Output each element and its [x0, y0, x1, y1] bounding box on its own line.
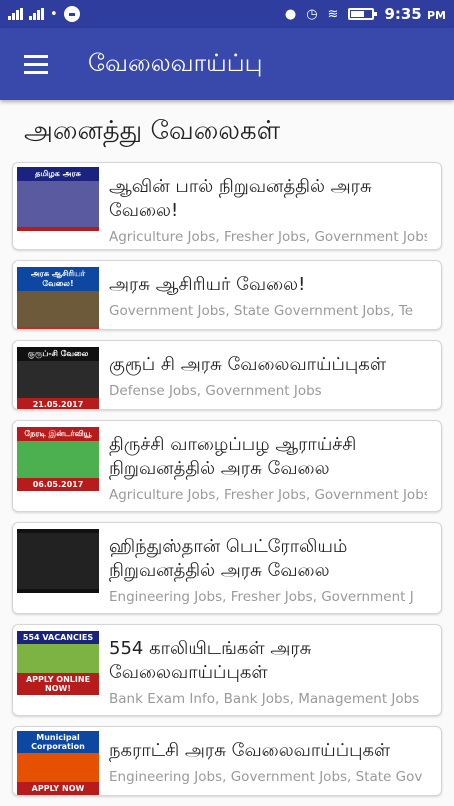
thumbnail-top-band: Municipal Corporation — [17, 731, 99, 753]
job-thumbnail — [17, 529, 99, 593]
thumbnail-image — [17, 644, 99, 673]
job-tags: Engineering Jobs, Fresher Jobs, Governme… — [109, 589, 414, 605]
thumbnail-image — [17, 533, 99, 589]
job-title: திருச்சி வாழைப்பழ ஆராய்ச்சி நிறுவனத்தில் … — [109, 433, 427, 481]
status-left: • — [8, 6, 80, 22]
job-thumbnail: குரூப்-சி வேலை 21.05.2017 — [17, 347, 99, 409]
thumbnail-bottom-band — [17, 589, 99, 593]
job-title-line: வேலைவாய்ப்புகள் — [109, 662, 268, 683]
job-title-line: நிறுவனத்தில் அரசு வேலை — [109, 560, 330, 581]
job-tags: Engineering Jobs, Government Jobs, State… — [109, 769, 423, 785]
thumbnail-bottom-band: APPLY NOW — [17, 782, 99, 795]
job-tags: Agriculture Jobs, Fresher Jobs, Governme… — [109, 487, 427, 503]
app-title: வேலைவாய்ப்பு — [88, 48, 263, 77]
job-thumbnail: தமிழக அரசு — [17, 167, 99, 231]
data-signal-icon — [29, 8, 44, 20]
thumbnail-top-band: குரூப்-சி வேலை — [17, 347, 99, 361]
thumbnail-bottom-band — [17, 227, 99, 231]
job-title-line: நகராட்சி அரசு வேலைவாய்ப்புகள் — [109, 740, 391, 761]
clock: 9:35 PM — [384, 5, 446, 23]
job-title: குரூப் சி அரசு வேலைவாய்ப்புகள் — [109, 353, 427, 377]
thumbnail-bottom-band: 21.05.2017 — [17, 398, 99, 409]
section-title: அனைத்து வேலைகள் — [24, 116, 281, 146]
thumbnail-top-band: நேரடி இன்டர்வியூ — [17, 427, 99, 441]
job-title-line: ஆவின் பால் நிறுவனத்தில் அரசு — [109, 176, 372, 197]
job-card[interactable]: அரசு ஆசிரியர் வேலை! அரசு ஆசிரியர் வேலை! Go… — [12, 260, 442, 330]
status-bar: • ● ◷ ≋ 9:35 PM — [0, 0, 454, 28]
thumbnail-image — [17, 753, 99, 782]
job-text: ஆவின் பால் நிறுவனத்தில் அரசு வேலை! Agricul… — [109, 163, 435, 249]
job-thumbnail: நேரடி இன்டர்வியூ 06.05.2017 — [17, 427, 99, 491]
battery-icon — [348, 8, 378, 20]
job-thumbnail: 554 VACANCIES APPLY ONLINE NOW! — [17, 631, 99, 695]
job-title-line: குரூப் சி அரசு வேலைவாய்ப்புகள் — [109, 354, 387, 375]
job-list: தமிழக அரசு ஆவின் பால் நிறுவனத்தில் அரசு வே… — [12, 162, 442, 806]
thumbnail-image — [17, 291, 99, 327]
menu-icon[interactable] — [0, 28, 72, 100]
job-title: ஆவின் பால் நிறுவனத்தில் அரசு வேலை! — [109, 175, 427, 223]
job-thumbnail: Municipal Corporation APPLY NOW — [17, 731, 99, 795]
job-title-line: ஹிந்துஸ்தான் பெட்ரோலியம் — [109, 536, 348, 557]
job-title-line: அரசு ஆசிரியர் வேலை! — [109, 274, 306, 295]
job-text: நகராட்சி அரசு வேலைவாய்ப்புகள் Engineering… — [109, 727, 435, 795]
job-title: 554 காலியிடங்கள் அரசு வேலைவாய்ப்புகள் — [109, 637, 427, 685]
job-card[interactable]: நேரடி இன்டர்வியூ 06.05.2017 திருச்சி வாழைப… — [12, 420, 442, 512]
app-bar: வேலைவாய்ப்பு — [0, 28, 454, 100]
job-title-line: 554 காலியிடங்கள் அரசு — [109, 638, 312, 659]
thumbnail-bottom-band — [17, 327, 99, 329]
signal-icon — [8, 8, 23, 20]
job-card[interactable]: Municipal Corporation APPLY NOW நகராட்சி அ… — [12, 726, 442, 796]
job-tags: Agriculture Jobs, Fresher Jobs, Governme… — [109, 229, 427, 245]
job-text: அரசு ஆசிரியர் வேலை! Government Jobs, Stat… — [109, 261, 435, 329]
clock-time: 9:35 — [384, 5, 422, 23]
thumbnail-top-band: தமிழக அரசு — [17, 167, 99, 181]
job-text: ஹிந்துஸ்தான் பெட்ரோலியம் நிறுவனத்தில் அரச… — [109, 523, 435, 613]
dot-icon: • — [50, 6, 58, 22]
thumbnail-bottom-band: 06.05.2017 — [17, 478, 99, 491]
thumbnail-image — [17, 361, 99, 398]
job-text: குரூப் சி அரசு வேலைவாய்ப்புகள் Defense Jo… — [109, 341, 435, 409]
job-text: திருச்சி வாழைப்பழ ஆராய்ச்சி நிறுவனத்தில் … — [109, 421, 435, 511]
location-icon: ● — [284, 6, 297, 22]
job-text: 554 காலியிடங்கள் அரசு வேலைவாய்ப்புகள் Bank… — [109, 625, 435, 715]
thumbnail-bottom-band: APPLY ONLINE NOW! — [17, 673, 99, 695]
alarm-icon: ◷ — [306, 6, 318, 22]
job-title-line: திருச்சி வாழைப்பழ ஆராய்ச்சி — [109, 434, 357, 455]
job-card[interactable]: குரூப்-சி வேலை 21.05.2017 குரூப் சி அரசு வ… — [12, 340, 442, 410]
wifi-icon: ≋ — [327, 6, 339, 22]
thumbnail-image — [17, 441, 99, 478]
battery-level — [351, 11, 364, 17]
job-title-line: நிறுவனத்தில் அரசு வேலை — [109, 458, 330, 479]
job-title-line: வேலை! — [109, 200, 179, 221]
status-right: ● ◷ ≋ 9:35 PM — [285, 5, 446, 23]
job-tags: Government Jobs, State Government Jobs, … — [109, 303, 414, 319]
job-card[interactable]: தமிழக அரசு ஆவின் பால் நிறுவனத்தில் அரசு வே… — [12, 162, 442, 250]
job-card[interactable]: ஹிந்துஸ்தான் பெட்ரோலியம் நிறுவனத்தில் அரச… — [12, 522, 442, 614]
job-card[interactable]: 554 VACANCIES APPLY ONLINE NOW! 554 காலியி… — [12, 624, 442, 716]
job-tags: Bank Exam Info, Bank Jobs, Management Jo… — [109, 691, 420, 707]
notification-icon — [63, 6, 80, 22]
job-title: நகராட்சி அரசு வேலைவாய்ப்புகள் — [109, 739, 427, 763]
job-title: ஹிந்துஸ்தான் பெட்ரோலியம் நிறுவனத்தில் அரச… — [109, 535, 427, 583]
thumbnail-top-band: அரசு ஆசிரியர் வேலை! — [17, 267, 99, 291]
job-title: அரசு ஆசிரியர் வேலை! — [109, 273, 427, 297]
thumbnail-top-band: 554 VACANCIES — [17, 631, 99, 644]
job-thumbnail: அரசு ஆசிரியர் வேலை! — [17, 267, 99, 329]
job-tags: Defense Jobs, Government Jobs — [109, 383, 322, 399]
clock-meridiem: PM — [426, 9, 446, 22]
thumbnail-image — [17, 181, 99, 227]
